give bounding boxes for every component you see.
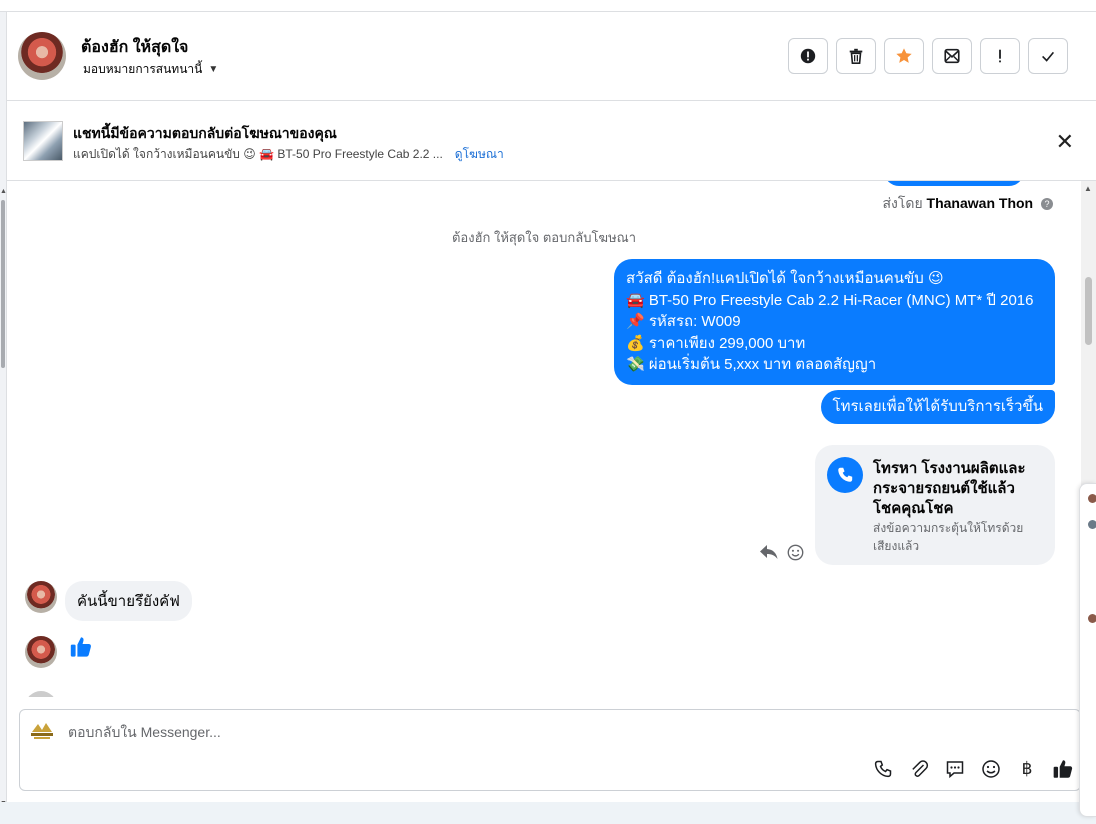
message-thread[interactable]: ส่งโดย Thanawan Thon ? ต้องฮัก ให้สุดใจ … [7,181,1081,697]
thread-scroll-thumb[interactable] [1085,277,1092,345]
emoji-icon[interactable] [980,758,1002,780]
assign-conversation-dropdown[interactable]: มอบหมายการสนทนานี้ ▼ [83,60,218,79]
ad-reply-banner: แชทนี้มีข้อความตอบกลับต่อโฆษณาของคุณ แคป… [7,101,1096,181]
call-prompt-bubble[interactable]: โทรเลยเพื่อให้ได้รับบริการเร็วขึ้น [820,390,1055,424]
sent-by-name: Thanawan Thon [926,195,1034,211]
mark-spam-button[interactable] [788,38,828,74]
close-icon: ✕ [1055,129,1074,154]
envelope-icon [944,48,960,64]
star-button[interactable] [884,38,924,74]
baht-icon[interactable]: ฿ [1016,758,1038,780]
inbox-page: ▲ ▼ ต้องฮัก ให้สุดใจ มอบหมายการสนทนานี้ … [0,0,1096,824]
conversation-header: ต้องฮัก ให้สุดใจ มอบหมายการสนทนานี้ ▼ [7,12,1096,101]
check-icon [1042,51,1055,62]
left-scroll-thumb[interactable] [1,200,5,368]
saved-reply-icon[interactable] [944,758,966,780]
customer-avatar[interactable] [25,581,57,613]
reply-input[interactable] [68,724,968,740]
thumbs-up-icon[interactable] [69,635,93,664]
ad-message-line: 💰 ราคาเพียง 299,000 บาท [626,334,806,352]
caret-down-icon: ▼ [208,64,219,75]
close-banner-button[interactable]: ✕ [1056,129,1074,155]
ad-banner-subtitle: แคปเปิดได้ ใจกว้างเหมือนคนขับ 😉 🚘 BT-50 … [73,147,443,161]
ad-reply-system-note: ต้องฮัก ให้สุดใจ ตอบกลับโฆษณา [451,230,637,245]
side-panel-peek[interactable] [1079,483,1096,817]
thumbs-up-icon[interactable] [1052,758,1074,780]
side-panel-avatar[interactable] [1088,520,1096,529]
follow-up-button[interactable] [980,38,1020,74]
react-emoji-icon[interactable] [787,544,804,566]
ad-thumbnail[interactable] [23,121,63,161]
phone-icon[interactable] [872,758,894,780]
page-logo-icon [31,723,53,739]
assign-label: มอบหมายการสนทนานี้ [83,62,203,76]
top-divider [0,0,1096,12]
contact-name[interactable]: ต้องฮัก ให้สุดใจ [81,35,188,60]
view-ad-link[interactable]: ดูโฆษณา [455,145,504,164]
scroll-up-arrow-icon[interactable]: ▲ [0,188,7,195]
ad-banner-title: แชทนี้มีข้อความตอบกลับต่อโฆษณาของคุณ [73,125,337,141]
reply-composer: ฿ [19,709,1081,791]
customer-avatar[interactable] [25,636,57,668]
alert-circle-icon [800,48,816,64]
ad-message-line: 💸 ผ่อนเริ่มต้น 5,xxx บาท ตลอดสัญญา [626,356,877,373]
sent-by-label: ส่งโดย Thanawan Thon ? [882,193,1053,215]
header-actions [788,38,1068,74]
customer-avatar[interactable] [25,691,57,697]
ad-message-bubble[interactable]: สวัสดี ต้องฮัก!แคปเปิดได้ ใจกว้างเหมือนค… [614,259,1055,385]
ad-banner-subtitle-row: แคปเปิดได้ ใจกว้างเหมือนคนขับ 😉 🚘 BT-50 … [73,145,504,164]
reply-icon[interactable] [759,543,779,566]
delete-button[interactable] [836,38,876,74]
attachment-icon[interactable] [908,758,930,780]
trash-icon [849,48,863,65]
composer-toolbar: ฿ [872,758,1074,780]
star-icon [896,48,912,63]
mark-done-button[interactable] [1028,38,1068,74]
ad-message-line: สวัสดี ต้องฮัก!แคปเปิดได้ ใจกว้างเหมือนค… [626,270,944,287]
phone-icon [827,457,863,493]
contact-avatar[interactable] [18,32,66,80]
call-card[interactable]: โทรหา โรงงานผลิตและกระจายรถยนต์ใช้แล้ว โ… [815,445,1055,565]
previous-message-bubble [884,181,1024,186]
mark-unread-button[interactable] [932,38,972,74]
side-panel-avatar[interactable] [1088,614,1096,623]
help-icon[interactable]: ? [1041,198,1053,211]
left-scroll-rail[interactable]: ▲ ▼ [0,12,7,807]
call-card-subtitle: ส่งข้อความกระตุ้นให้โทรด้วยเสียงแล้ว [873,521,1024,553]
call-card-title: โทรหา โรงงานผลิตและกระจายรถยนต์ใช้แล้ว โ… [873,460,1026,517]
exclamation-icon [999,49,1001,63]
ad-message-line: 🚘 BT-50 Pro Freestyle Cab 2.2 Hi-Racer (… [626,291,1034,309]
side-panel-avatar[interactable] [1088,494,1096,503]
scroll-up-arrow-icon[interactable]: ▲ [1084,184,1092,193]
ad-message-line: 📌 รหัสรถ: W009 [626,313,741,330]
incoming-message-bubble[interactable]: คันนี้ขายรึยังคัฟ [65,581,192,621]
bottom-strip [0,802,1096,824]
sent-by-prefix: ส่งโดย [882,195,923,211]
